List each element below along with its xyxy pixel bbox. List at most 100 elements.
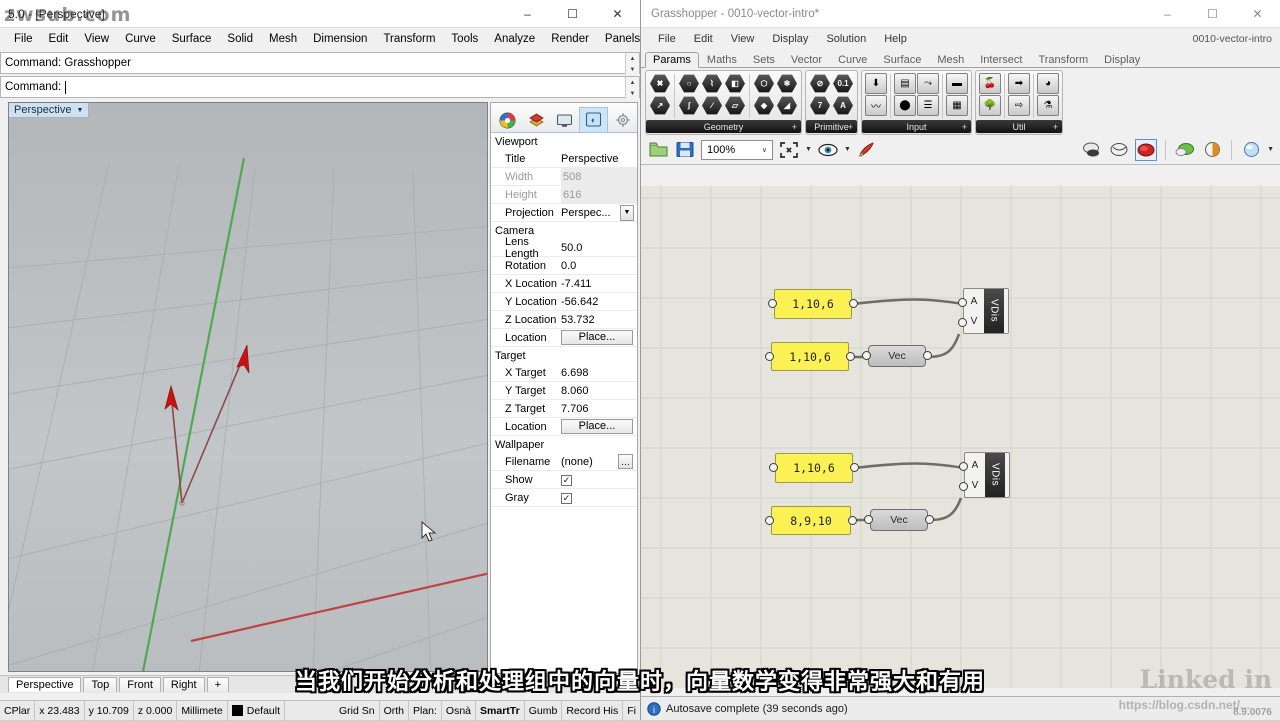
gear-icon[interactable] [608, 107, 637, 132]
viewport-tab-perspective[interactable]: Perspective [8, 677, 82, 692]
input-port[interactable] [769, 463, 778, 472]
property-value[interactable]: 50.0 [561, 242, 637, 254]
property-value[interactable]: 53.732 [561, 314, 637, 326]
mesh-face-icon[interactable]: ◆ [753, 95, 775, 116]
gh-close-button[interactable]: ✕ [1235, 0, 1280, 28]
bake-icon[interactable] [856, 139, 878, 161]
viewport-tab-top[interactable]: Top [83, 677, 118, 692]
open-file-icon[interactable] [647, 139, 669, 161]
surface-param-icon[interactable]: ⌇ [701, 73, 723, 94]
gh-menu-display[interactable]: Display [763, 31, 817, 47]
cherry-picker-icon[interactable]: 🍒 [979, 73, 1001, 94]
ribbon-group-expand-icon[interactable]: + [792, 122, 797, 132]
zoom-extents-icon[interactable]: ✖ [778, 139, 800, 161]
zoom-extents-caret-icon[interactable]: ▼ [805, 146, 812, 153]
checkbox[interactable]: ✓ [561, 474, 572, 486]
input-port[interactable] [959, 462, 968, 471]
gh-menu-edit[interactable]: Edit [685, 31, 722, 47]
gh-tab-mesh[interactable]: Mesh [929, 52, 972, 67]
command-history-scroll[interactable]: ▲ ▼ [625, 53, 639, 75]
input-port[interactable] [765, 351, 774, 361]
input-port[interactable] [862, 351, 871, 360]
command-prompt[interactable]: Command: ▲ ▼ [0, 76, 640, 99]
status-toggle-planar[interactable]: Plan: [409, 700, 442, 721]
vector-param-a1[interactable]: 1,10,6 [768, 289, 858, 319]
gh-tab-sets[interactable]: Sets [745, 52, 783, 67]
viewport-tab-right[interactable]: Right [162, 677, 205, 692]
button-icon[interactable]: ⬤ [894, 95, 916, 116]
status-layer[interactable]: Default [228, 700, 286, 721]
rhino-menu-file[interactable]: File [6, 31, 41, 47]
property-value[interactable]: 8.060 [561, 385, 637, 397]
mesh-param-icon[interactable]: ❄ [776, 73, 798, 94]
line-param-icon[interactable]: ∕ [701, 95, 723, 116]
rhino-menu-curve[interactable]: Curve [117, 31, 164, 47]
status-toggle-recordhistory[interactable]: Record His [562, 700, 624, 721]
command-history[interactable]: Command: Grasshopper ▲ ▼ [0, 52, 640, 75]
color-wheel-icon[interactable] [493, 107, 522, 132]
vdis-input-v[interactable]: V [971, 316, 978, 327]
input-port[interactable] [765, 515, 774, 525]
preview-off-icon[interactable] [1081, 139, 1103, 161]
data-output-icon[interactable]: ⇨ [1008, 95, 1030, 116]
scroll-down-icon[interactable]: ▼ [626, 64, 639, 75]
file-reader-icon[interactable]: ⬇ [865, 73, 887, 94]
preview-caret-icon[interactable]: ▼ [844, 146, 851, 153]
output-port[interactable] [923, 351, 932, 360]
viewport-tab-front[interactable]: Front [119, 677, 161, 692]
panel-icon[interactable]: ☰ [917, 95, 939, 116]
subd-param-icon[interactable]: ◢ [776, 95, 798, 116]
layers-icon[interactable] [522, 107, 551, 132]
point-param-icon[interactable]: ↗ [649, 95, 671, 116]
status-toggle-ortho[interactable]: Orth [380, 700, 409, 721]
vector-param-a2[interactable]: 1,10,6 [765, 342, 855, 371]
status-toggle-gridsnap[interactable]: Grid Sn [335, 700, 380, 721]
rhino-close-button[interactable]: ✕ [595, 0, 640, 28]
ribbon-group-expand-icon[interactable]: + [1053, 122, 1058, 132]
ribbon-group-expand-icon[interactable]: + [848, 122, 853, 132]
output-port[interactable] [846, 351, 855, 361]
vector-param-b1-body[interactable]: 1,10,6 [775, 453, 853, 483]
vector-param-b2[interactable]: 8,9,10 [765, 506, 857, 535]
rhino-menu-transform[interactable]: Transform [375, 31, 443, 47]
flask-icon[interactable]: ⚗ [1037, 95, 1059, 116]
status-toggle-filter[interactable]: Fi [623, 701, 640, 721]
zoom-level-select[interactable]: 100% ∨ [701, 139, 773, 160]
status-toggle-smarttrack[interactable]: SmartTr [476, 700, 525, 721]
gh-tab-vector[interactable]: Vector [783, 52, 830, 67]
grasshopper-canvas[interactable]: 1,10,6 1,10,6 Vec A V VDis 1,10,6 8,9,10 Vec A V VD… [641, 186, 1280, 688]
vec-component-1-body[interactable]: Vec [868, 345, 926, 367]
output-port[interactable] [848, 515, 857, 525]
vector-display-2[interactable]: A V VDis [959, 452, 1010, 498]
property-value[interactable]: 7.706 [561, 403, 637, 415]
circle-param-icon[interactable]: ○ [678, 73, 700, 94]
colour-picker-icon[interactable]: ▦ [946, 95, 968, 116]
rhino-menu-edit[interactable]: Edit [41, 31, 77, 47]
gh-tab-maths[interactable]: Maths [699, 52, 745, 67]
projection-value[interactable]: Perspec... [561, 207, 620, 219]
output-port[interactable] [849, 299, 858, 308]
rhino-menu-tools[interactable]: Tools [443, 31, 486, 47]
status-toggle-osnap[interactable]: Osnà [442, 700, 477, 721]
cluster-icon[interactable]: ◕ [1037, 73, 1059, 94]
text-param-icon[interactable]: A [832, 95, 854, 116]
boolean-param-icon[interactable]: ⊘ [809, 73, 831, 94]
output-port[interactable] [925, 515, 934, 524]
input-port[interactable] [958, 318, 967, 327]
status-toggle-gumball[interactable]: Gumb [525, 700, 563, 721]
value-list-icon[interactable]: ⤳ [917, 73, 939, 94]
viewport-properties-icon[interactable]: ◐ [579, 107, 609, 132]
property-value[interactable]: Perspective [561, 153, 637, 165]
gh-tab-params[interactable]: Params [645, 52, 699, 68]
vector-param-a1-body[interactable]: 1,10,6 [774, 289, 852, 319]
rhino-menu-view[interactable]: View [76, 31, 117, 47]
command-prompt-scroll[interactable]: ▲ ▼ [625, 77, 639, 99]
gh-maximize-button[interactable]: ☐ [1190, 0, 1235, 28]
preview-wireframe-icon[interactable] [1108, 139, 1130, 161]
status-units[interactable]: Millimete [177, 700, 228, 721]
vector-param-a2-body[interactable]: 1,10,6 [771, 342, 849, 371]
plane-param-icon[interactable]: ▱ [724, 95, 746, 116]
gh-tab-transform[interactable]: Transform [1030, 52, 1096, 67]
gh-menu-view[interactable]: View [722, 31, 764, 47]
viewport-label[interactable]: Perspective ▼ [9, 103, 90, 118]
